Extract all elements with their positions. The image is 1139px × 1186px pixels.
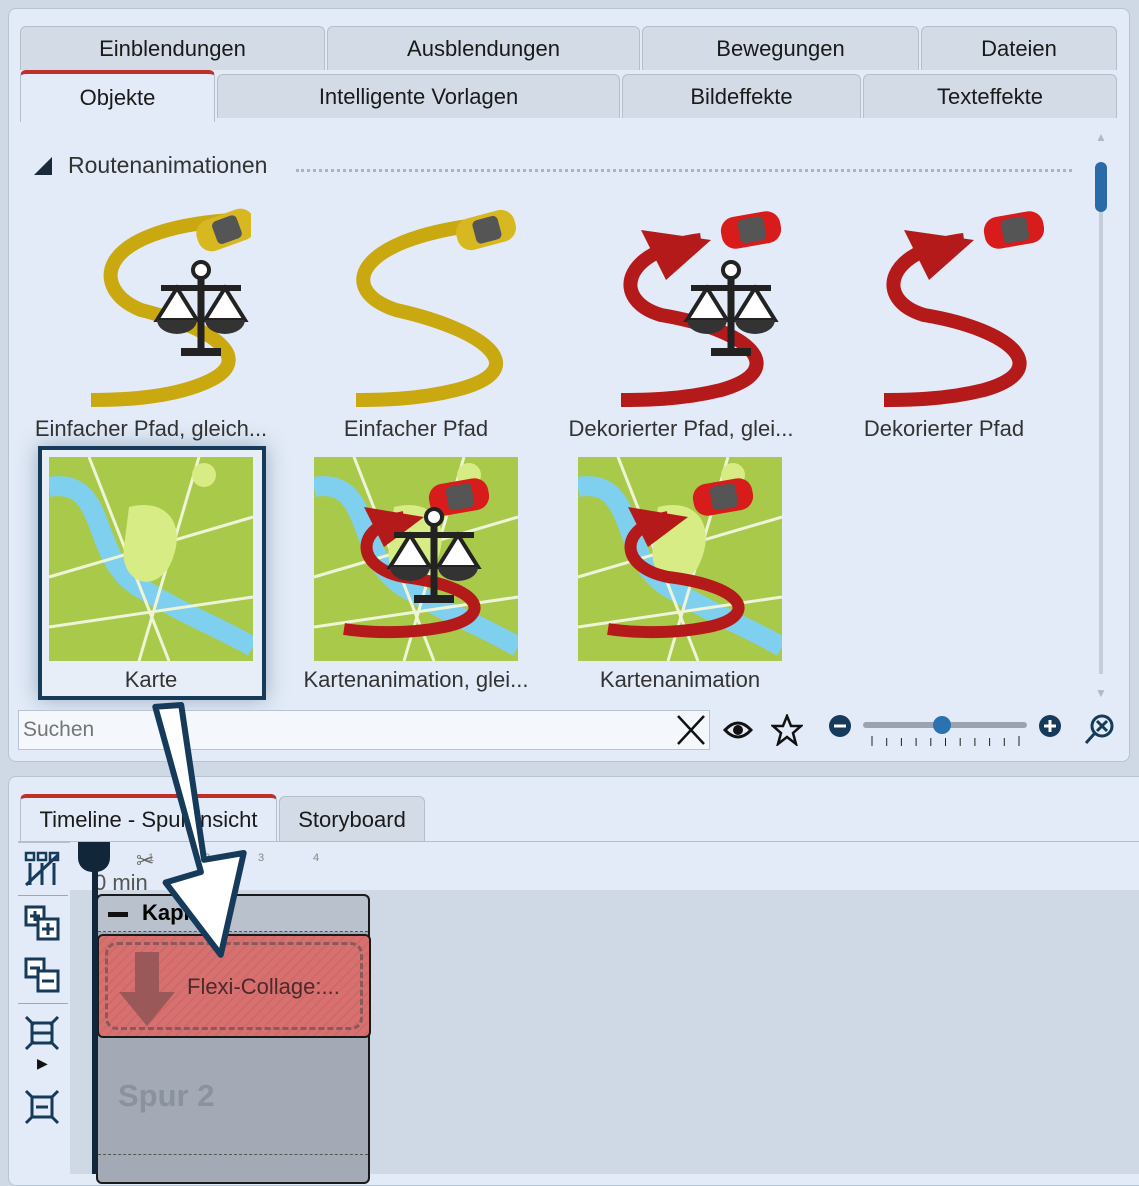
item-label: Einfacher Pfad, gleich... (34, 416, 268, 441)
tab-label: Intelligente Vorlagen (318, 83, 519, 109)
playhead-handle[interactable] (78, 842, 110, 872)
tab-label: Storyboard (298, 806, 406, 832)
map-path-scale-icon (314, 457, 518, 661)
scroll-up-icon[interactable]: ▲ (1093, 130, 1109, 144)
divider (18, 895, 68, 896)
star-icon[interactable] (771, 714, 803, 746)
item-label: Dekorierter Pfad (863, 416, 1025, 441)
item-einfacher-pfad[interactable]: Einfacher Pfad (285, 200, 547, 442)
tab-label: Texteffekte (937, 83, 1043, 109)
split-tracks-icon[interactable] (24, 851, 60, 887)
item-dekorierter-pfad-glei[interactable]: Dekorierter Pfad, glei... (550, 200, 812, 442)
clear-search-icon[interactable] (676, 714, 706, 746)
red-path-icon (883, 209, 1044, 407)
item-dekorierter-pfad[interactable]: Dekorierter Pfad (813, 200, 1075, 442)
section-title: Routenanimationen (68, 152, 268, 178)
item-label: Karte (124, 667, 178, 692)
item-label: Einfacher Pfad (343, 416, 489, 441)
ruler-label: 4 (313, 852, 320, 864)
map-path-icon (578, 457, 782, 661)
tab-bildeffekte[interactable]: Bildeffekte (622, 74, 861, 118)
scroll-track (1099, 212, 1103, 674)
item-kartenanimation-glei[interactable]: Kartenanimation, glei... (285, 457, 547, 693)
divider (296, 169, 1072, 172)
scroll-thumb[interactable] (1095, 162, 1107, 212)
map-icon (49, 457, 253, 661)
track-label: Spur 2 (118, 1078, 215, 1113)
tab-objekte[interactable]: Objekte (20, 70, 215, 122)
playhead[interactable] (92, 842, 98, 1174)
section-header[interactable]: Routenanimationen (34, 152, 267, 179)
yellow-path-icon (355, 206, 516, 407)
item-label: Kartenanimation, glei... (303, 667, 529, 692)
zoom-fit-icon[interactable] (1084, 714, 1114, 746)
add-track-icon[interactable] (24, 905, 60, 941)
tab-ausblendungen[interactable]: Ausblendungen (327, 26, 640, 70)
item-label: Dekorierter Pfad, glei... (568, 416, 794, 441)
drag-arrow-annotation (152, 702, 247, 958)
item-kartenanimation[interactable]: Kartenanimation (549, 457, 811, 693)
item-karte[interactable]: Karte (20, 457, 282, 693)
tab-intelligente-vorlagen[interactable]: Intelligente Vorlagen (217, 74, 620, 118)
remove-track-icon[interactable] (24, 957, 60, 993)
zoom-slider[interactable] (863, 716, 1027, 734)
collapse-triangle-icon (34, 156, 52, 175)
tab-einblendungen[interactable]: Einblendungen (20, 26, 325, 70)
slider-ticks (871, 736, 1020, 746)
timeline-toolbar: ▶ (18, 843, 70, 1174)
zoom-slider-thumb[interactable] (932, 716, 951, 734)
tab-storyboard[interactable]: Storyboard (279, 796, 425, 842)
item-einfacher-pfad-gleich[interactable]: Einfacher Pfad, gleich... (20, 200, 282, 442)
red-path-scale-icon (620, 209, 781, 407)
clip-label: Flexi-Collage:... (187, 974, 340, 999)
yellow-path-scale-icon (90, 204, 251, 407)
tab-dateien[interactable]: Dateien (921, 26, 1117, 70)
eye-icon[interactable] (723, 716, 753, 744)
scroll-down-icon[interactable]: ▼ (1093, 686, 1109, 700)
expand-tracks-icon[interactable] (24, 1089, 60, 1125)
tab-texteffekte[interactable]: Texteffekte (863, 74, 1117, 118)
tab-label: Dateien (981, 35, 1057, 61)
zoom-out-icon[interactable] (828, 714, 852, 738)
collapse-minus-icon[interactable] (108, 911, 128, 917)
search-input[interactable] (18, 710, 710, 750)
scrollbar[interactable]: ▲ ▼ (1093, 130, 1109, 700)
collapse-tracks-icon[interactable] (24, 1015, 60, 1051)
divider (18, 1003, 68, 1004)
tab-label: Ausblendungen (407, 35, 560, 61)
tab-label: Einblendungen (99, 35, 246, 61)
divider (98, 1154, 368, 1155)
tab-label: Objekte (79, 85, 156, 110)
item-label: Kartenanimation (599, 667, 761, 692)
expand-arrow-icon[interactable]: ▶ (37, 1055, 48, 1072)
tab-bewegungen[interactable]: Bewegungen (642, 26, 919, 70)
tab-label: Bildeffekte (690, 83, 793, 109)
tab-label: Bewegungen (716, 35, 845, 61)
zoom-in-icon[interactable] (1038, 714, 1062, 738)
